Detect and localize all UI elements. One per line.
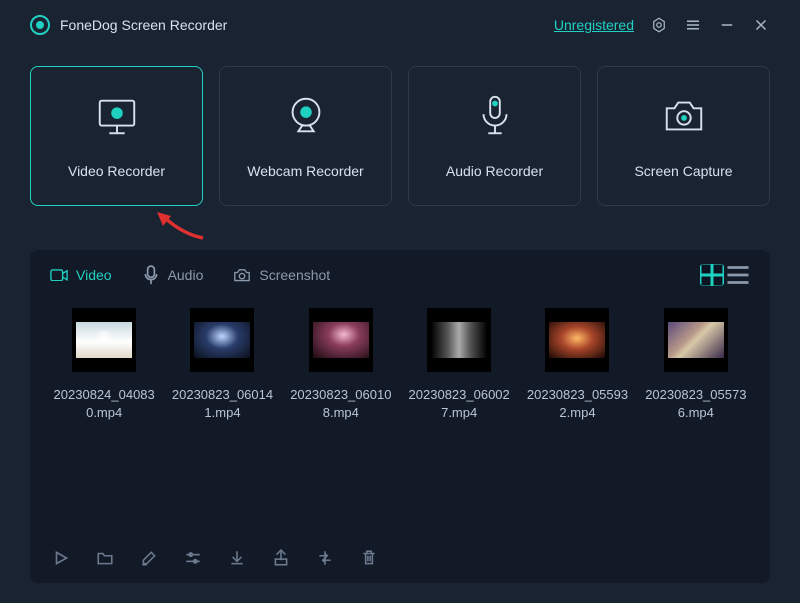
tab-label: Audio <box>168 267 204 283</box>
mode-label: Audio Recorder <box>446 163 543 179</box>
file-item[interactable]: 20230823_060141.mp4 <box>168 308 276 422</box>
file-name: 20230824_040830.mp4 <box>50 386 158 422</box>
edit-button[interactable] <box>140 549 158 567</box>
tab-audio[interactable]: Audio <box>142 267 204 283</box>
settings-gear-icon[interactable] <box>650 16 668 34</box>
file-name: 20230823_055736.mp4 <box>642 386 750 422</box>
file-name: 20230823_060027.mp4 <box>405 386 513 422</box>
file-thumbnail <box>664 308 728 372</box>
tab-video[interactable]: Video <box>50 267 112 283</box>
close-icon[interactable] <box>752 16 770 34</box>
app-logo-icon <box>30 15 50 35</box>
file-item[interactable]: 20230823_055736.mp4 <box>642 308 750 422</box>
file-item[interactable]: 20230823_060027.mp4 <box>405 308 513 422</box>
screenshot-tab-icon <box>233 268 251 282</box>
file-thumbnail <box>545 308 609 372</box>
export-button[interactable] <box>272 549 290 567</box>
file-thumbnail <box>427 308 491 372</box>
file-thumbnail <box>190 308 254 372</box>
header: FoneDog Screen Recorder Unregistered <box>0 0 800 50</box>
file-panel: Video Audio Screenshot <box>30 250 770 583</box>
sliders-button[interactable] <box>184 549 202 567</box>
audio-tab-icon <box>142 268 160 282</box>
minimize-icon[interactable] <box>718 16 736 34</box>
tab-label: Screenshot <box>259 267 330 283</box>
microphone-icon <box>472 93 518 139</box>
mode-screen-capture[interactable]: Screen Capture <box>597 66 770 206</box>
file-name: 20230823_055932.mp4 <box>523 386 631 422</box>
mode-webcam-recorder[interactable]: Webcam Recorder <box>219 66 392 206</box>
mode-label: Screen Capture <box>634 163 732 179</box>
app-title: FoneDog Screen Recorder <box>60 17 227 33</box>
file-item[interactable]: 20230824_040830.mp4 <box>50 308 158 422</box>
tab-screenshot[interactable]: Screenshot <box>233 267 330 283</box>
convert-button[interactable] <box>316 549 334 567</box>
file-thumbnail <box>72 308 136 372</box>
mode-selector: Video Recorder Webcam Recorder Audio Rec… <box>0 50 800 218</box>
mode-label: Video Recorder <box>68 163 165 179</box>
play-button[interactable] <box>52 549 70 567</box>
file-name: 20230823_060108.mp4 <box>287 386 395 422</box>
video-tab-icon <box>50 268 68 282</box>
mode-audio-recorder[interactable]: Audio Recorder <box>408 66 581 206</box>
delete-button[interactable] <box>360 549 378 567</box>
file-toolbar <box>30 533 770 583</box>
file-grid: 20230824_040830.mp4 20230823_060141.mp4 … <box>30 300 770 533</box>
mode-label: Webcam Recorder <box>247 163 363 179</box>
mode-video-recorder[interactable]: Video Recorder <box>30 66 203 206</box>
file-item[interactable]: 20230823_055932.mp4 <box>523 308 631 422</box>
tab-label: Video <box>76 267 112 283</box>
menu-icon[interactable] <box>684 16 702 34</box>
file-name: 20230823_060141.mp4 <box>168 386 276 422</box>
download-button[interactable] <box>228 549 246 567</box>
camera-icon <box>661 93 707 139</box>
monitor-record-icon <box>94 93 140 139</box>
view-list-button[interactable] <box>726 264 750 286</box>
file-item[interactable]: 20230823_060108.mp4 <box>287 308 395 422</box>
folder-button[interactable] <box>96 549 114 567</box>
registration-status-link[interactable]: Unregistered <box>554 17 634 33</box>
file-thumbnail <box>309 308 373 372</box>
view-grid-button[interactable] <box>700 264 724 286</box>
webcam-icon <box>283 93 329 139</box>
